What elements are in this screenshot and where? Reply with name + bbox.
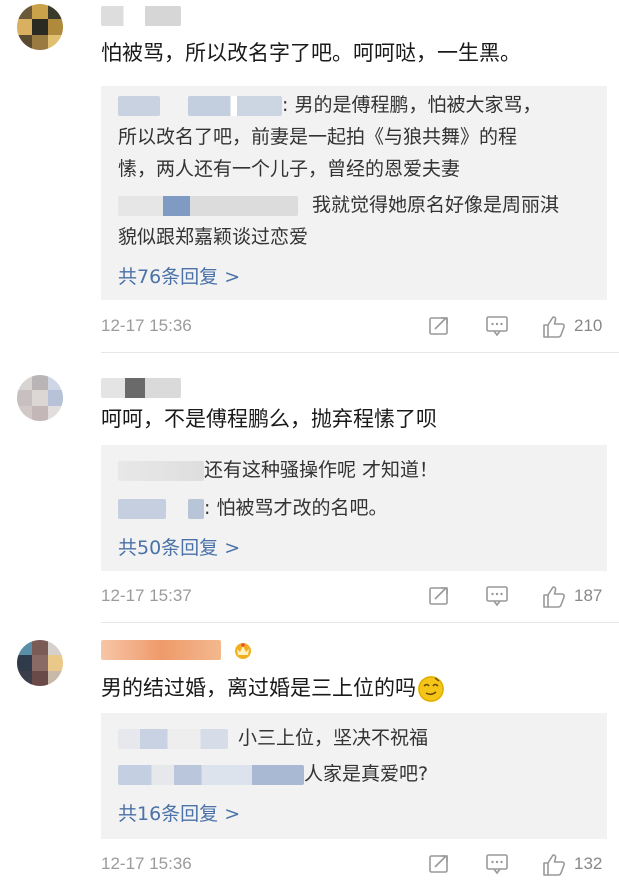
comment-icon[interactable] [484,584,510,608]
reply-line: 我就觉得她原名好像是周丽淇 [118,190,559,220]
like-icon[interactable] [541,314,567,340]
reply-line: 小三上位，坚决不祝福 [118,723,428,753]
timestamp: 12-17 15:36 [101,854,192,873]
reply-username-blurred[interactable] [118,498,166,519]
reply-text: : 男的是傅程鹏，怕被大家骂， [282,94,542,116]
reply-text: 还有这种骚操作呢 才知道！ [204,459,439,481]
replies-box: 小三上位，坚决不祝福 人家是真爱吧? 共16条回复 > [101,713,607,839]
replies-box: : 男的是傅程鹏，怕被大家骂， 所以改名了吧，前妻是一起拍《与狼共舞》的程 愫，… [101,86,607,300]
comment-text-content: 男的结过婚，离过婚是三上位的吗 [101,676,416,700]
timestamp: 12-17 15:36 [101,316,192,335]
comment-meta: 12-17 15:36 210 [101,312,607,342]
reply-text: 貌似跟郑嘉颖谈过恋爱 [118,226,309,248]
reply-username-blurred[interactable] [118,460,204,481]
comment-text: 男的结过婚，离过婚是三上位的吗 [101,673,444,703]
comment-text: 怕被骂，所以改名字了吧。呵呵哒，一生黑。 [101,41,521,65]
more-replies-link[interactable]: 共50条回复 > [118,533,240,560]
reply-text: 小三上位，坚决不祝福 [238,727,429,749]
like-icon[interactable] [541,584,567,610]
like-count: 187 [574,586,603,605]
reply-text: : 怕被骂才改的名吧。 [204,497,388,519]
username-blurred[interactable] [101,640,221,660]
replies-box: 还有这种骚操作呢 才知道！ : 怕被骂才改的名吧。 共50条回复 > [101,445,607,571]
more-replies-link[interactable]: 共16条回复 > [118,799,240,826]
reply-username-blurred[interactable] [118,728,228,749]
reply-line: : 怕被骂才改的名吧。 [118,493,387,523]
like-count: 210 [574,316,603,335]
avatar[interactable] [17,4,63,50]
comment-icon[interactable] [484,314,510,338]
like-count: 132 [574,854,603,873]
reply-line: : 男的是傅程鹏，怕被大家骂， [118,90,541,120]
reply-username-blurred[interactable] [118,95,160,116]
share-icon[interactable] [427,584,451,608]
more-replies-link[interactable]: 共76条回复 > [118,262,240,289]
comment-meta: 12-17 15:37 187 [101,582,607,612]
timestamp: 12-17 15:37 [101,586,192,605]
like-icon[interactable] [541,852,567,878]
avatar[interactable] [17,640,63,686]
reply-username-blurred[interactable] [118,764,304,785]
avatar[interactable] [17,375,63,421]
reply-text: 我就觉得她原名好像是周丽淇 [312,194,560,216]
reply-line: 还有这种骚操作呢 才知道！ [118,455,438,485]
comment-icon[interactable] [484,852,510,876]
reply-text: 愫，两人还有一个儿子，曾经的恩爱夫妻 [118,158,461,180]
reply-line: 人家是真爱吧? [118,759,428,789]
comment-meta: 12-17 15:36 132 [101,850,607,880]
username-blurred[interactable] [101,378,181,398]
share-icon[interactable] [427,314,451,338]
comment-text: 呵呵，不是傅程鹏么，抛弃程愫了呗 [101,407,437,431]
divider [101,352,619,353]
username-blurred[interactable] [101,6,181,26]
divider [101,622,619,623]
reply-text: 人家是真爱吧? [304,763,429,785]
reply-username-blurred[interactable] [118,195,298,216]
share-icon[interactable] [427,852,451,876]
reply-text: 所以改名了吧，前妻是一起拍《与狼共舞》的程 [118,126,518,148]
emoji-icon [418,676,444,702]
vip-crown-icon [235,643,251,659]
